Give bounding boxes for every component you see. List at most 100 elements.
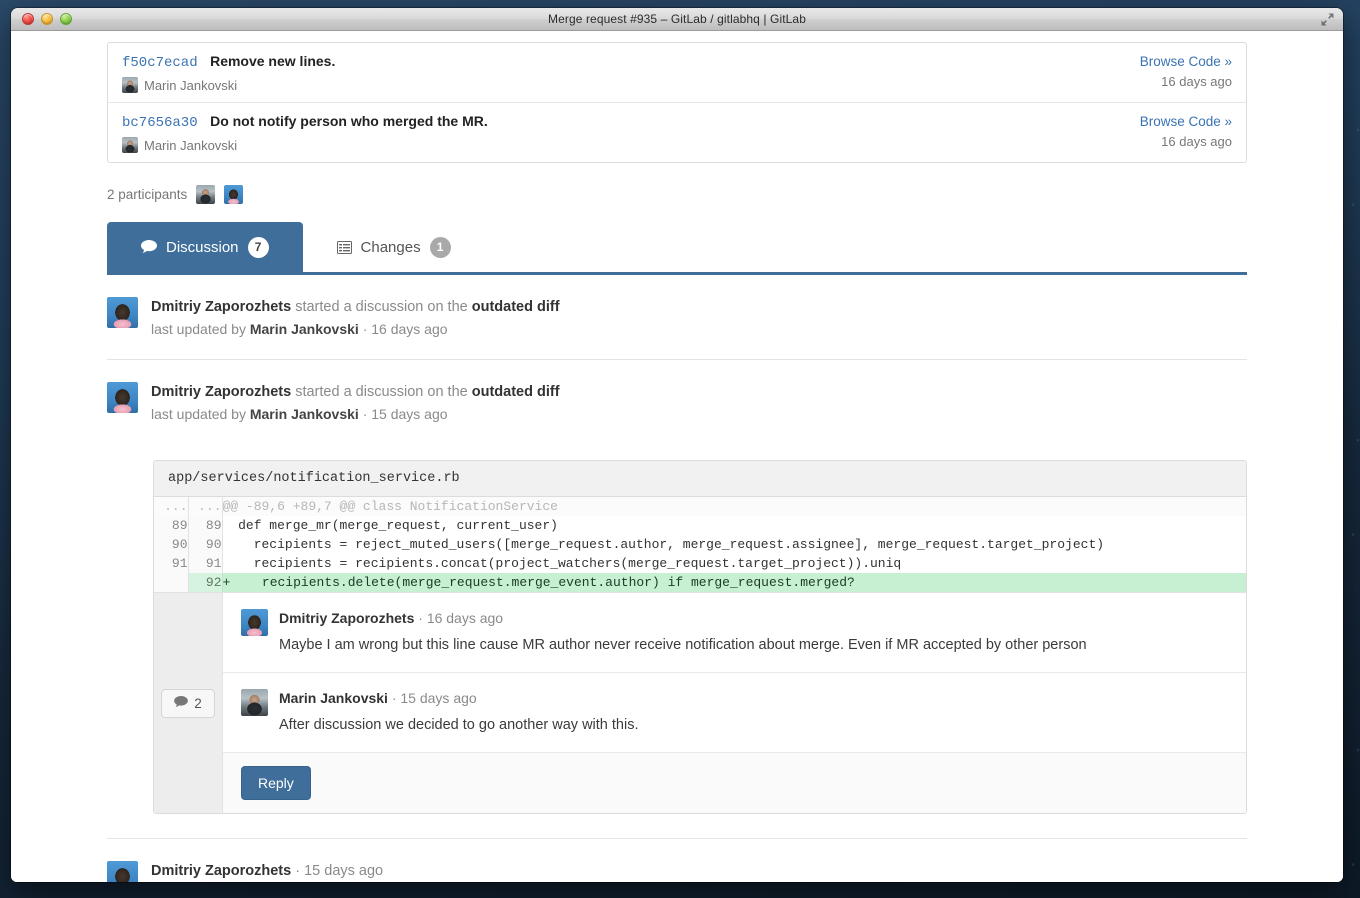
system-note-separator: ·	[295, 863, 301, 879]
merge-request-tabs: Discussion 7 Changes 1	[107, 222, 1247, 275]
participants-label: 2 participants	[107, 187, 188, 202]
avatar	[122, 137, 138, 153]
page-content: f50c7ecad Remove new lines. Marin Jankov…	[11, 31, 1343, 882]
note-subheader: last updated by Marin Jankovski · 15 day…	[151, 404, 1247, 424]
commit-timestamp: 16 days ago	[1161, 74, 1232, 89]
minimize-button[interactable]	[41, 13, 53, 25]
diff-line-new: 91	[188, 554, 223, 573]
commit-sha-link[interactable]: f50c7ecad	[122, 55, 198, 71]
note-sub-separator: ·	[362, 321, 368, 337]
comment-icon	[141, 240, 157, 254]
window-titlebar: Merge request #935 – GitLab / gitlabhq |…	[11, 8, 1343, 31]
browse-code-link[interactable]: Browse Code »	[1140, 53, 1232, 70]
diff-line-old: 89	[154, 516, 189, 535]
note-header: Dmitriy Zaporozhets started a discussion…	[151, 382, 1247, 402]
avatar	[107, 297, 138, 328]
note-sub-author[interactable]: Marin Jankovski	[250, 406, 359, 422]
commit-title: Remove new lines.	[210, 53, 336, 69]
reply-button[interactable]: Reply	[241, 766, 311, 800]
diff-code-text: recipients.delete(merge_request.merge_ev…	[238, 575, 855, 590]
commits-panel: f50c7ecad Remove new lines. Marin Jankov…	[107, 42, 1247, 163]
diff-code: recipients = recipients.concat(project_w…	[222, 554, 1246, 573]
diff-comments: 2 Dmitriy Zaporozhets · 16 days ago Mayb…	[154, 592, 1246, 813]
diff-line-new: 92	[188, 573, 223, 592]
diff-block: app/services/notification_service.rb ...…	[153, 460, 1247, 814]
diff-code: def merge_mr(merge_request, current_user…	[222, 516, 1246, 535]
diff-reply-row: Reply	[223, 752, 1246, 813]
diff-row: 89 89 def merge_mr(merge_request, curren…	[154, 516, 1246, 535]
browse-code-link[interactable]: Browse Code »	[1140, 113, 1232, 130]
window-title: Merge request #935 – GitLab / gitlabhq |…	[548, 12, 806, 26]
comment-count: 2	[194, 695, 202, 711]
system-note-header: Dmitriy Zaporozhets · 15 days ago	[151, 861, 1247, 881]
tab-discussion-badge: 7	[247, 236, 269, 258]
diff-comment-separator: ·	[391, 690, 397, 706]
window-traffic-lights[interactable]	[22, 13, 72, 25]
list-icon	[336, 240, 352, 254]
discussion-notes: Dmitriy Zaporozhets started a discussion…	[107, 275, 1247, 882]
diff-line-new: 89	[188, 516, 223, 535]
avatar	[122, 77, 138, 93]
note-author[interactable]: Dmitriy Zaporozhets	[151, 299, 291, 315]
note-sub-prefix: last updated by	[151, 406, 246, 422]
diff-row-added: 92 + recipients.delete(merge_request.mer…	[154, 573, 1246, 592]
system-note-author[interactable]: Dmitriy Zaporozhets	[151, 863, 291, 879]
tab-changes-label: Changes	[360, 238, 421, 256]
commit-sha-link[interactable]: bc7656a30	[122, 115, 198, 131]
tab-changes-badge: 1	[429, 236, 451, 258]
outdated-diff-link[interactable]: outdated diff	[472, 299, 560, 315]
diff-comment-separator: ·	[418, 610, 423, 626]
zoom-button[interactable]	[60, 13, 72, 25]
diff-comment-header: Dmitriy Zaporozhets · 16 days ago	[279, 609, 1228, 628]
commit-title: Do not notify person who merged the MR.	[210, 113, 488, 129]
comment-count-badge[interactable]: 2	[161, 688, 215, 718]
note-sub-author[interactable]: Marin Jankovski	[250, 321, 359, 337]
avatar	[107, 861, 138, 882]
diff-line-new: 90	[188, 535, 223, 554]
note-sub-separator: ·	[362, 406, 368, 422]
system-note-timestamp: 15 days ago	[304, 863, 384, 879]
diff-comment-header: Marin Jankovski · 15 days ago	[279, 689, 1228, 708]
participant-avatar[interactable]	[196, 185, 216, 204]
tab-discussion-label: Discussion	[166, 238, 239, 256]
close-button[interactable]	[22, 13, 34, 25]
diff-comment-text: After discussion we decided to go anothe…	[279, 717, 639, 733]
avatar	[241, 689, 268, 716]
diff-line-old	[154, 573, 189, 592]
note-sub-prefix: last updated by	[151, 321, 246, 337]
outdated-diff-link[interactable]: outdated diff	[472, 384, 560, 400]
note-action: started a discussion on the	[295, 384, 468, 400]
fullscreen-icon[interactable]	[1320, 12, 1335, 27]
system-note: Dmitriy Zaporozhets · 15 days ago mentio…	[107, 838, 1247, 882]
participant-avatar[interactable]	[224, 185, 244, 204]
avatar	[241, 609, 268, 636]
diff-add-sign: +	[222, 575, 231, 590]
note-sub-timestamp: 15 days ago	[371, 406, 448, 422]
comment-icon	[174, 695, 189, 711]
diff-comment-author[interactable]: Dmitriy Zaporozhets	[279, 610, 414, 626]
diff-comment: Marin Jankovski · 15 days ago After disc…	[223, 672, 1246, 752]
diff-line-new: ...	[188, 497, 223, 516]
note-header: Dmitriy Zaporozhets started a discussion…	[151, 297, 1247, 317]
note-subheader: last updated by Marin Jankovski · 16 day…	[151, 319, 1247, 339]
diff-table: ... ... @@ -89,6 +89,7 @@ class Notifica…	[154, 497, 1246, 592]
diff-code: @@ -89,6 +89,7 @@ class NotificationServ…	[222, 497, 1246, 516]
diff-comment-author[interactable]: Marin Jankovski	[279, 690, 388, 706]
note-author[interactable]: Dmitriy Zaporozhets	[151, 384, 291, 400]
tab-discussion[interactable]: Discussion 7	[107, 222, 303, 272]
diff-comment-list: Dmitriy Zaporozhets · 16 days ago Maybe …	[223, 593, 1246, 813]
diff-line-old: 90	[154, 535, 189, 554]
commit-author: Marin Jankovski	[144, 137, 238, 153]
commit-row[interactable]: bc7656a30 Do not notify person who merge…	[108, 102, 1246, 162]
note-sub-timestamp: 16 days ago	[371, 321, 448, 337]
tab-changes[interactable]: Changes 1	[303, 222, 485, 272]
commit-row[interactable]: f50c7ecad Remove new lines. Marin Jankov…	[108, 43, 1246, 102]
avatar	[107, 382, 138, 413]
diff-filename: app/services/notification_service.rb	[154, 461, 1246, 497]
diff-comment-text: Maybe I am wrong but this line cause MR …	[279, 637, 1087, 653]
diff-comment: Dmitriy Zaporozhets · 16 days ago Maybe …	[223, 593, 1246, 672]
participants-row: 2 participants	[107, 185, 1247, 204]
commit-timestamp: 16 days ago	[1161, 134, 1232, 149]
discussion-note: Dmitriy Zaporozhets started a discussion…	[107, 360, 1247, 444]
note-action: started a discussion on the	[295, 299, 468, 315]
